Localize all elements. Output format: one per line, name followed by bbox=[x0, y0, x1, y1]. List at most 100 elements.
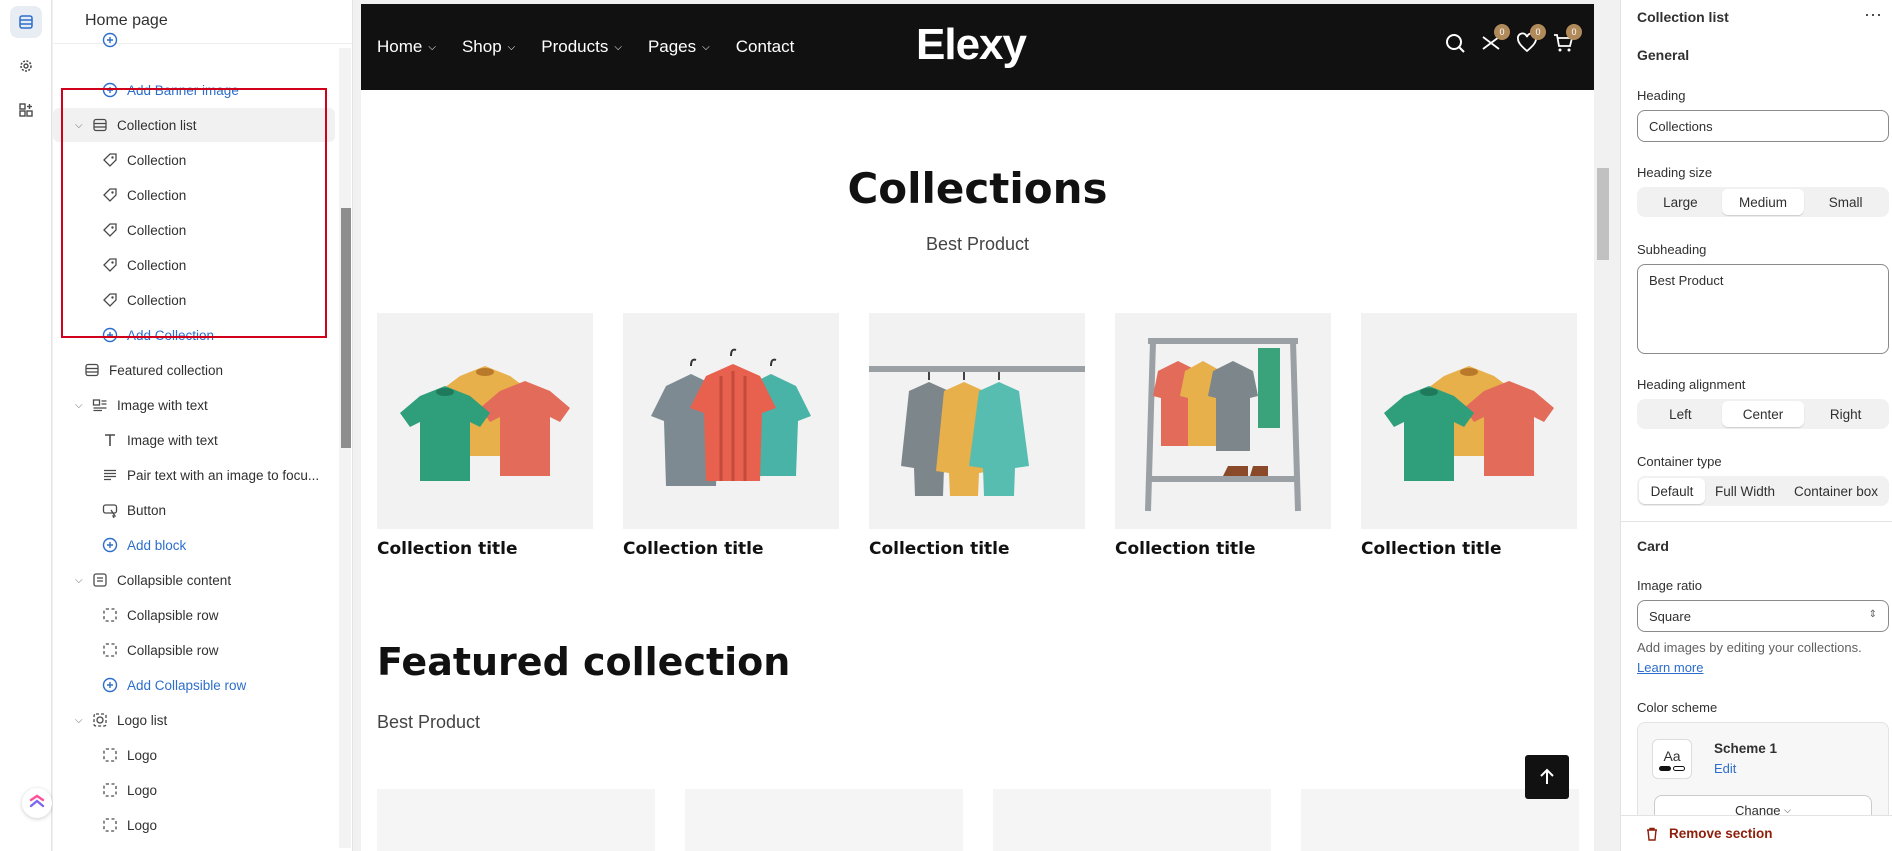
collection-card[interactable]: Collection title bbox=[869, 313, 1085, 559]
alignment-center[interactable]: Center bbox=[1721, 401, 1805, 427]
collection-card[interactable]: Collection title bbox=[377, 313, 593, 559]
sidebar-item-label: Add block bbox=[127, 537, 187, 553]
nav-products[interactable]: Products ⌵ bbox=[541, 37, 622, 57]
subheading-label: Subheading bbox=[1637, 242, 1707, 257]
sidebar-item-label: Button bbox=[127, 502, 167, 518]
chevron-down-icon[interactable]: ⌵ bbox=[75, 575, 91, 586]
divider bbox=[1621, 521, 1892, 522]
block-item[interactable]: Collapsible row bbox=[53, 598, 335, 632]
collection-card-title: Collection title bbox=[1115, 539, 1256, 559]
container-full-width[interactable]: Full Width bbox=[1705, 478, 1785, 504]
sections-icon[interactable] bbox=[10, 6, 42, 38]
heading-size-medium[interactable]: Medium bbox=[1721, 189, 1805, 215]
app-rail bbox=[0, 0, 52, 851]
paragraph-icon bbox=[101, 466, 119, 484]
clickup-logo-icon[interactable] bbox=[22, 788, 52, 818]
collections-subheading: Best Product bbox=[925, 234, 1030, 254]
heading-size-segmented: Large Medium Small bbox=[1637, 187, 1889, 217]
folded-tshirts-image bbox=[1361, 313, 1577, 529]
button-icon bbox=[101, 501, 119, 519]
preview-scrollbar-thumb[interactable] bbox=[1597, 168, 1609, 260]
remove-section-label: Remove section bbox=[1669, 826, 1773, 841]
block-item[interactable]: Button bbox=[53, 493, 335, 527]
dashed-square-icon bbox=[101, 781, 119, 799]
product-card-placeholder[interactable] bbox=[377, 789, 655, 851]
arrow-up-icon bbox=[1540, 768, 1554, 784]
section-item[interactable]: ⌵ Logo list bbox=[53, 703, 335, 737]
section-item[interactable]: Featured collection bbox=[53, 353, 335, 387]
add-item-button[interactable]: Add Collapsible row bbox=[53, 668, 335, 702]
compare-icon[interactable]: 0 bbox=[1480, 24, 1510, 54]
cart-icon[interactable]: 0 bbox=[1552, 24, 1582, 54]
block-item[interactable]: Pair text with an image to focu... bbox=[53, 458, 335, 492]
section-item[interactable]: ⌵ Collapsible content bbox=[53, 563, 335, 597]
settings-gear-icon[interactable] bbox=[10, 50, 42, 82]
sidebar-item-label: Pair text with an image to focu... bbox=[127, 467, 320, 483]
collections-heading: Collections bbox=[847, 164, 1108, 213]
collection-card[interactable]: Collection title bbox=[1115, 313, 1331, 559]
nav-shop[interactable]: Shop ⌵ bbox=[462, 37, 515, 57]
add-item-button[interactable] bbox=[53, 23, 335, 57]
sidebar-item-label: Image with text bbox=[117, 397, 208, 413]
select-chevrons-icon: ⇕ bbox=[1868, 609, 1877, 620]
container-box[interactable]: Container box bbox=[1785, 478, 1887, 504]
heading-size-label: Heading size bbox=[1637, 165, 1713, 180]
sidebar-item-label: Logo list bbox=[117, 712, 168, 728]
scheme-swatch: Aa bbox=[1652, 739, 1692, 779]
learn-more-link[interactable]: Learn more bbox=[1637, 660, 1703, 675]
color-scheme-label: Color scheme bbox=[1637, 700, 1718, 715]
section-item[interactable]: ⌵ Image with text bbox=[53, 388, 335, 422]
wishlist-heart-icon[interactable]: 0 bbox=[1516, 24, 1546, 54]
more-options-icon[interactable]: ··· bbox=[1864, 4, 1882, 25]
store-logo[interactable]: Elexy bbox=[916, 20, 1027, 70]
chevron-down-icon[interactable]: ⌵ bbox=[75, 400, 91, 411]
chevron-down-icon[interactable]: ⌵ bbox=[75, 715, 91, 726]
sidebar-item-label: Image with text bbox=[127, 432, 218, 448]
block-item[interactable]: Image with text bbox=[53, 423, 335, 457]
block-item[interactable]: Logo bbox=[53, 808, 335, 842]
search-icon[interactable] bbox=[1444, 32, 1466, 54]
hanging-shirts-image bbox=[623, 313, 839, 529]
alignment-left[interactable]: Left bbox=[1639, 401, 1722, 427]
nav-home[interactable]: Home ⌵ bbox=[377, 37, 436, 57]
container-type-label: Container type bbox=[1637, 454, 1722, 469]
sidebar-item-label: Logo bbox=[127, 817, 158, 833]
help-text: Add images by editing your collections. bbox=[1637, 640, 1862, 655]
product-card-placeholder[interactable] bbox=[993, 789, 1271, 851]
sidebar-item-label: Add Collapsible row bbox=[127, 677, 247, 693]
dashed-square-icon bbox=[101, 606, 119, 624]
wishlist-count-badge: 0 bbox=[1530, 24, 1546, 40]
collection-card[interactable]: Collection title bbox=[623, 313, 839, 559]
collection-card[interactable]: Collection title bbox=[1361, 313, 1577, 559]
block-item[interactable]: Logo bbox=[53, 738, 335, 772]
section-settings-panel: Collection list ··· General Heading Coll… bbox=[1620, 0, 1892, 851]
remove-section-button[interactable]: Remove section bbox=[1621, 815, 1892, 851]
sidebar-scrollbar[interactable] bbox=[339, 48, 351, 848]
scheme-swatch-text: Aa bbox=[1663, 747, 1681, 764]
card-heading: Card bbox=[1637, 538, 1669, 554]
apps-icon[interactable] bbox=[10, 94, 42, 126]
sidebar-item-label: Collapsible content bbox=[117, 572, 232, 588]
block-item[interactable]: Logo bbox=[53, 773, 335, 807]
subheading-textarea[interactable]: Best Product bbox=[1637, 264, 1889, 354]
heading-input[interactable]: Collections bbox=[1637, 110, 1889, 142]
nav-contact[interactable]: Contact bbox=[736, 37, 795, 57]
add-item-button[interactable]: Add block bbox=[53, 528, 335, 562]
alignment-right[interactable]: Right bbox=[1804, 401, 1887, 427]
preview-scrollbar[interactable] bbox=[1594, 0, 1610, 851]
block-item[interactable]: Collapsible row bbox=[53, 633, 335, 667]
folded-tshirts-image bbox=[377, 313, 593, 529]
sidebar-scrollbar-thumb[interactable] bbox=[341, 208, 351, 448]
logo-list-icon bbox=[91, 711, 109, 729]
scheme-name: Scheme 1 bbox=[1714, 741, 1778, 756]
clothes-rack-image bbox=[1115, 313, 1331, 529]
scheme-edit-link[interactable]: Edit bbox=[1714, 761, 1736, 776]
product-card-placeholder[interactable] bbox=[685, 789, 963, 851]
image-ratio-select[interactable]: Square ⇕ bbox=[1637, 600, 1889, 632]
nav-pages[interactable]: Pages ⌵ bbox=[648, 37, 710, 57]
container-default[interactable]: Default bbox=[1639, 478, 1705, 504]
heading-size-large[interactable]: Large bbox=[1639, 189, 1722, 215]
back-to-top-button[interactable] bbox=[1525, 755, 1569, 799]
panel-title: Collection list bbox=[1637, 9, 1729, 25]
heading-size-small[interactable]: Small bbox=[1804, 189, 1887, 215]
